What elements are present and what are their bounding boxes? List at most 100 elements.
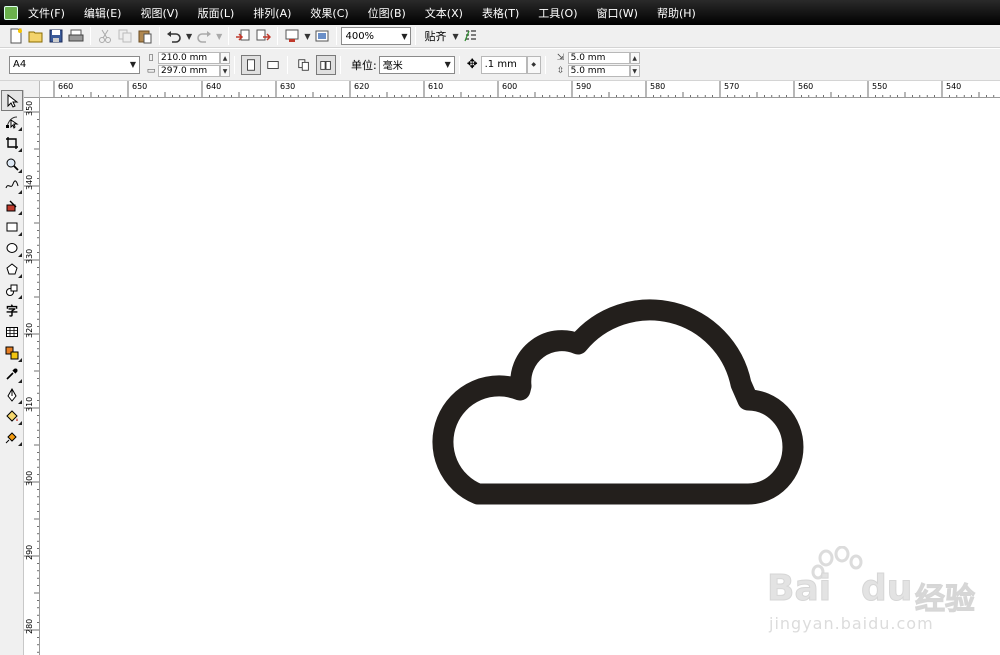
fill-tool[interactable] [1,405,23,426]
cut-icon[interactable] [95,26,115,46]
text-tool[interactable]: 字 [1,300,23,321]
duplicate-x-spinner-icon[interactable]: ▲ [629,52,640,64]
menu-window[interactable]: 窗口(W) [597,5,638,21]
watermark-url: jingyan.baidu.com [769,614,934,633]
paper-size-select[interactable]: A4 ▼ [9,55,140,74]
horizontal-ruler[interactable]: 660 650 640 630 620 610 600 590 580 570 … [40,81,1000,98]
unit-select[interactable]: 毫米 ▼ [378,55,455,74]
hruler-label: 620 [354,82,370,91]
outline-tool[interactable] [1,384,23,405]
page-width-spinner-icon[interactable]: ▲ [220,52,230,64]
menu-view[interactable]: 视图(V) [140,5,178,21]
landscape-button[interactable] [263,55,283,75]
separator [90,27,91,45]
magnifier-icon [6,158,19,171]
zoom-level-value: 400% [345,30,375,42]
copy-icon[interactable] [115,26,135,46]
snap-to-button[interactable]: 贴齐 [424,28,446,44]
welcome-screen-icon[interactable] [312,26,332,46]
menu-help[interactable]: 帮助(H) [657,5,696,21]
vruler-label: 310 [25,396,34,412]
export-icon[interactable] [253,26,273,46]
redo-dropdown-icon[interactable]: ▼ [216,32,222,41]
open-folder-icon[interactable] [26,26,46,46]
unit-value: 毫米 [382,61,403,72]
rectangle-icon [6,222,18,231]
polygon-icon [6,262,18,274]
new-document-icon[interactable] [6,26,26,46]
app-icon[interactable] [4,5,18,20]
all-pages-button[interactable] [294,55,314,75]
import-icon[interactable] [233,26,253,46]
undo-dropdown-icon[interactable]: ▼ [186,32,192,41]
drawing-canvas[interactable]: Bai du 经验 jingyan.baidu.com [40,98,1000,655]
pointer-arrow-icon [7,93,19,108]
chevron-down-icon: ▼ [129,60,136,69]
unit-label: 单位: [351,58,377,72]
blend-icon [5,346,19,359]
nudge-spinner-icon[interactable]: ◆ [526,55,541,74]
crop-tool[interactable] [1,132,23,153]
hruler-label: 630 [280,82,296,91]
menu-effects[interactable]: 效果(C) [310,5,348,21]
duplicate-distance: ⇲ 5.0 mm ▲ ⇳ 5.0 mm ▼ [554,52,640,78]
ellipse-tool[interactable] [1,237,23,258]
hruler-label: 590 [576,82,592,91]
vruler-label: 290 [25,544,34,560]
menu-bar: 文件(F) 编辑(E) 视图(V) 版面(L) 排列(A) 效果(C) 位图(B… [0,0,1000,25]
save-icon[interactable] [46,26,66,46]
undo-icon[interactable] [164,26,184,46]
zoom-level-select[interactable]: 400% ▼ [341,27,412,45]
duplicate-x-field[interactable]: 5.0 mm [567,52,630,64]
menu-file[interactable]: 文件(F) [28,5,65,21]
basic-shapes-tool[interactable] [1,279,23,300]
duplicate-y-field[interactable]: 5.0 mm [567,65,630,77]
pick-tool[interactable] [1,90,23,111]
hruler-label: 560 [798,82,814,91]
menu-text[interactable]: 文本(X) [425,5,463,21]
polygon-tool[interactable] [1,258,23,279]
toolbox: 字 [0,90,24,655]
zoom-tool[interactable] [1,153,23,174]
hruler-label: 600 [502,82,518,91]
paint-bucket-icon [6,409,18,422]
page-height-field[interactable]: 297.0 mm [158,65,220,77]
vertical-ruler[interactable]: 350 340 330 320 310 300 290 280 [24,98,40,655]
portrait-button[interactable] [241,54,261,75]
redo-icon[interactable] [194,26,214,46]
menu-tools[interactable]: 工具(O) [538,5,577,21]
hruler-label: 570 [724,82,740,91]
paste-icon[interactable] [135,26,155,46]
menu-bitmaps[interactable]: 位图(B) [368,5,406,21]
freehand-tool[interactable] [1,174,23,195]
interactive-fill-tool[interactable] [1,426,23,447]
smart-fill-tool[interactable] [1,195,23,216]
print-icon[interactable] [66,26,86,46]
current-page-button[interactable] [316,54,336,75]
rectangle-tool[interactable] [1,216,23,237]
duplicate-y-spinner-icon[interactable]: ▼ [629,65,640,77]
separator [287,55,288,74]
nudge-distance-field[interactable]: .1 mm [480,55,527,74]
menu-edit[interactable]: 编辑(E) [84,5,122,21]
shape-tool[interactable] [1,111,23,132]
page-width-field[interactable]: 210.0 mm [158,52,220,64]
pen-nib-icon [7,387,17,402]
duplicate-y-icon: ⇳ [556,66,565,76]
basic-shapes-icon [6,284,18,296]
launcher-dropdown-icon[interactable]: ▼ [304,32,310,41]
interactive-tool[interactable] [1,342,23,363]
page-height-spinner-icon[interactable]: ▼ [220,65,230,77]
menu-table[interactable]: 表格(T) [482,5,519,21]
vruler-label: 300 [25,470,34,486]
separator [415,27,417,45]
separator [336,27,338,45]
menu-arrange[interactable]: 排列(A) [253,5,291,21]
menu-layout[interactable]: 版面(L) [198,5,235,21]
table-tool[interactable] [1,321,23,342]
eyedropper-tool[interactable] [1,363,23,384]
snap-dropdown-icon[interactable]: ▼ [452,32,458,41]
nudge-icon: ✥ [466,57,478,72]
publish-pdf-icon[interactable] [282,26,302,46]
options-icon[interactable] [461,26,481,46]
